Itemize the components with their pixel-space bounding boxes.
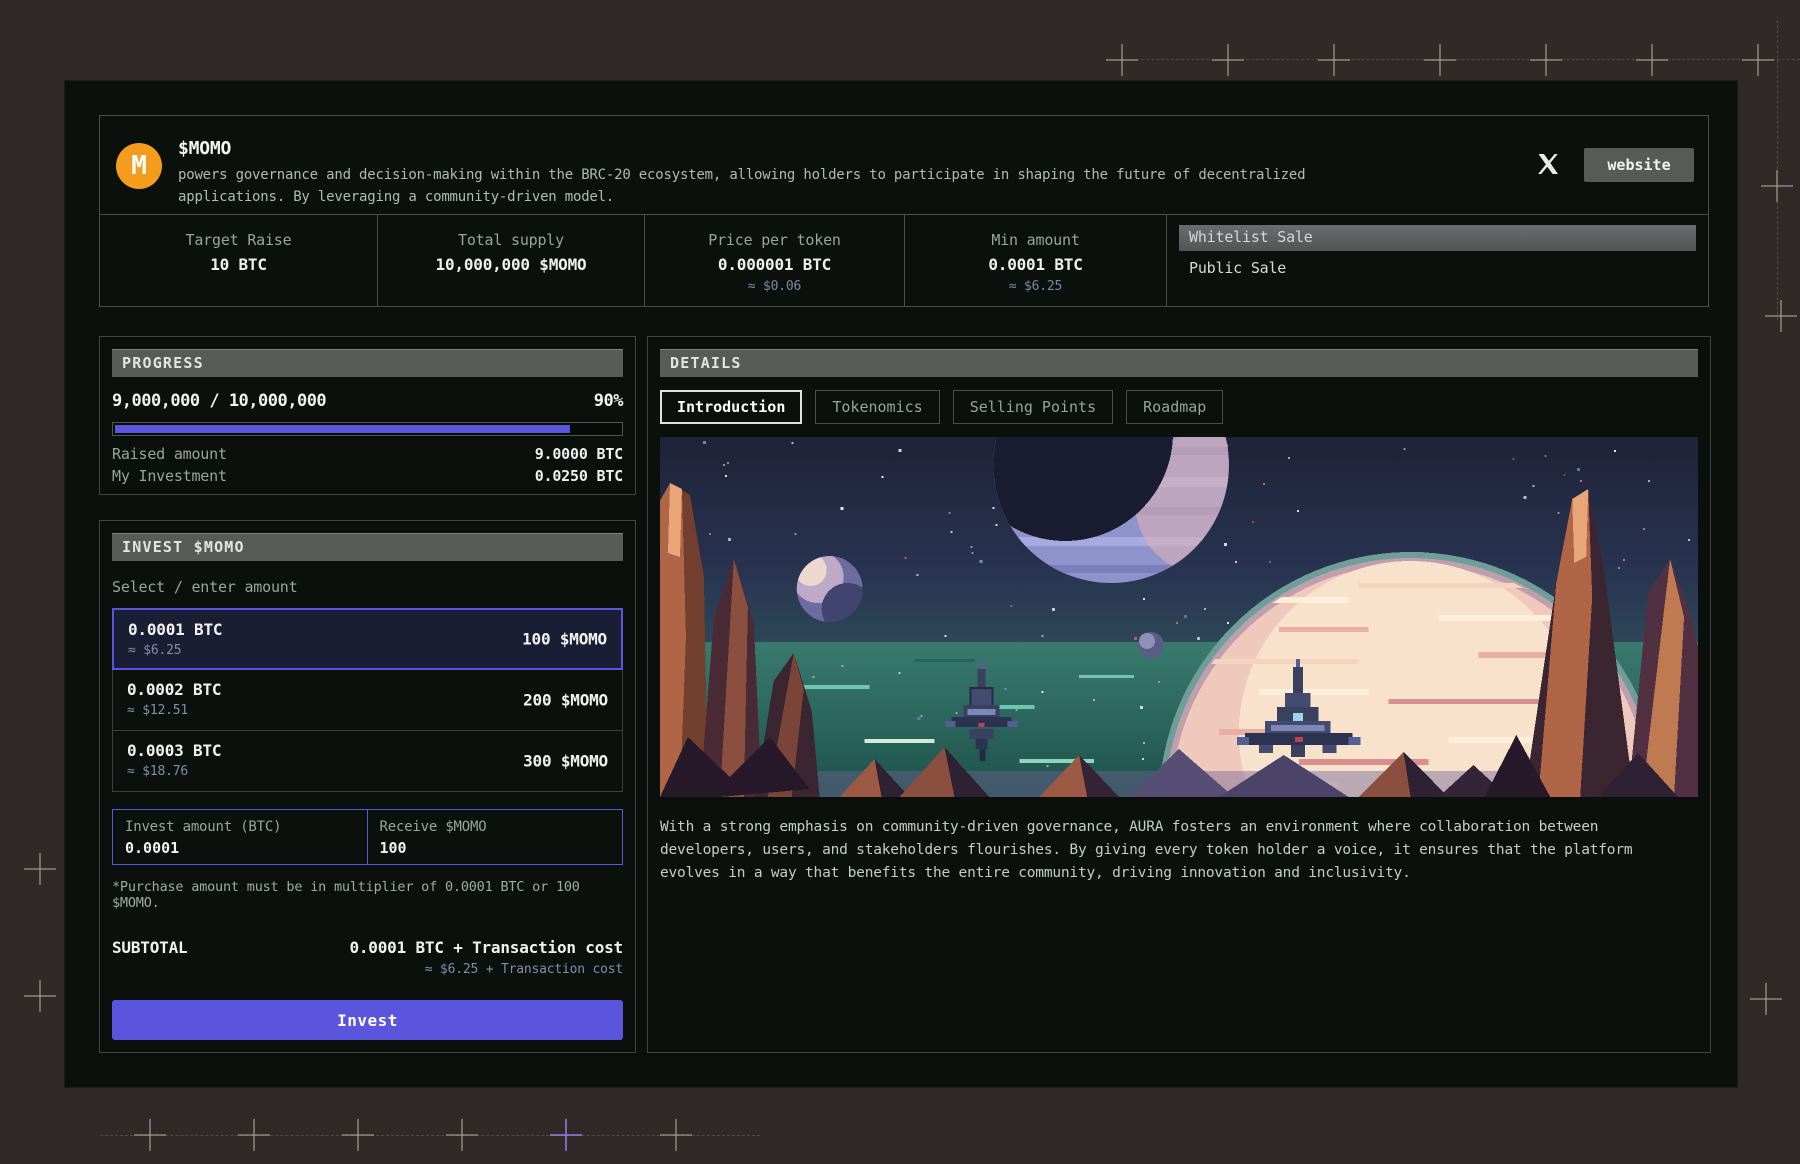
stat-price-per-token: Price per token 0.000001 BTC ≈ $0.06	[644, 215, 904, 306]
plus-mark	[1636, 44, 1668, 76]
progress-ratio: 9,000,000 / 10,000,000	[112, 391, 327, 411]
my-investment-value: 0.0250 BTC	[534, 467, 624, 485]
stats-row: Target Raise 10 BTC Total supply 10,000,…	[99, 215, 1709, 307]
token-description: powers governance and decision-making wi…	[178, 167, 1306, 205]
plus-mark	[1750, 983, 1782, 1015]
amount-option-2[interactable]: 0.0002 BTC ≈ $12.51 200 $MOMO	[112, 669, 623, 731]
plus-mark	[1212, 44, 1244, 76]
select-amount-label: Select / enter amount	[112, 578, 298, 596]
progress-panel: PROGRESS 9,000,000 / 10,000,000 90% Rais…	[99, 336, 636, 495]
invest-panel: INVEST $MOMO Select / enter amount 0.000…	[99, 520, 636, 1053]
plus-mark	[1765, 300, 1797, 332]
progress-bar	[112, 422, 623, 436]
plus-mark	[134, 1119, 166, 1151]
token-sale-card: M $MOMO powers governance and decision-m…	[64, 80, 1738, 1088]
plus-mark	[446, 1119, 478, 1151]
receive-amount-label: Receive $MOMO	[379, 819, 487, 835]
tab-roadmap[interactable]: Roadmap	[1126, 390, 1224, 424]
progress-header: PROGRESS	[112, 349, 623, 377]
token-logo-letter: M	[131, 151, 147, 181]
tab-introduction[interactable]: Introduction	[660, 390, 803, 424]
amount-option-3[interactable]: 0.0003 BTC ≈ $18.76 300 $MOMO	[112, 730, 623, 792]
plus-mark	[660, 1119, 692, 1151]
details-header: DETAILS	[660, 349, 1698, 377]
tab-tokenomics[interactable]: Tokenomics	[815, 390, 940, 424]
phase-public-sale[interactable]: Public Sale	[1179, 259, 1696, 277]
plus-mark	[342, 1119, 374, 1151]
my-investment-label: My Investment	[112, 467, 227, 485]
amount-option-1[interactable]: 0.0001 BTC ≈ $6.25 100 $MOMO	[112, 608, 623, 670]
purchase-note: *Purchase amount must be in multiplier o…	[112, 879, 580, 911]
subtotal-label: SUBTOTAL	[112, 938, 188, 957]
invest-button[interactable]: Invest	[112, 1000, 623, 1040]
stat-min-amount: Min amount 0.0001 BTC ≈ $6.25	[904, 215, 1166, 306]
pixel-art-banner	[660, 437, 1698, 797]
details-panel: DETAILS Introduction Tokenomics Selling …	[647, 336, 1711, 1053]
sale-phase-list: Whitelist Sale Public Sale	[1166, 215, 1708, 306]
token-title: $MOMO	[178, 138, 232, 159]
plus-mark	[1424, 44, 1456, 76]
guide-line	[100, 1135, 760, 1136]
progress-bar-fill	[115, 425, 570, 433]
plus-mark	[24, 853, 56, 885]
subtotal-usd: ≈ $6.25 + Transaction cost	[424, 962, 623, 977]
receive-amount-field-box: Receive $MOMO	[367, 809, 623, 865]
stat-total-supply: Total supply 10,000,000 $MOMO	[377, 215, 644, 306]
subtotal-value: 0.0001 BTC + Transaction cost	[349, 938, 623, 957]
details-body-text: With a strong emphasis on community-driv…	[660, 819, 1633, 881]
stat-target-raise: Target Raise 10 BTC	[185, 231, 292, 274]
receive-amount-input[interactable]	[379, 839, 610, 857]
guide-line	[1106, 59, 1800, 60]
plus-mark	[550, 1119, 582, 1151]
plus-mark	[1106, 44, 1138, 76]
guide-line	[1777, 20, 1778, 320]
x-social-icon[interactable]	[1536, 152, 1560, 176]
raised-amount-label: Raised amount	[112, 445, 227, 463]
details-tabs: Introduction Tokenomics Selling Points R…	[660, 390, 1698, 424]
plus-mark	[1761, 170, 1793, 202]
plus-mark	[1318, 44, 1350, 76]
token-header: M $MOMO powers governance and decision-m…	[99, 115, 1709, 215]
plus-mark	[1742, 44, 1774, 76]
invest-header: INVEST $MOMO	[112, 533, 623, 561]
amount-options: 0.0001 BTC ≈ $6.25 100 $MOMO 0.0002 BTC …	[112, 608, 623, 792]
raised-amount-value: 9.0000 BTC	[534, 445, 624, 463]
plus-mark	[238, 1119, 270, 1151]
invest-amount-input[interactable]	[125, 839, 355, 857]
invest-amount-label: Invest amount (BTC)	[125, 819, 282, 835]
invest-amount-field-box: Invest amount (BTC)	[112, 809, 368, 865]
token-logo: M	[116, 143, 162, 189]
plus-mark	[1530, 44, 1562, 76]
progress-percent: 90%	[593, 391, 624, 411]
tab-selling-points[interactable]: Selling Points	[952, 390, 1114, 424]
phase-whitelist-sale[interactable]: Whitelist Sale	[1179, 225, 1696, 251]
plus-mark	[24, 980, 56, 1012]
website-button[interactable]: website	[1584, 148, 1694, 182]
